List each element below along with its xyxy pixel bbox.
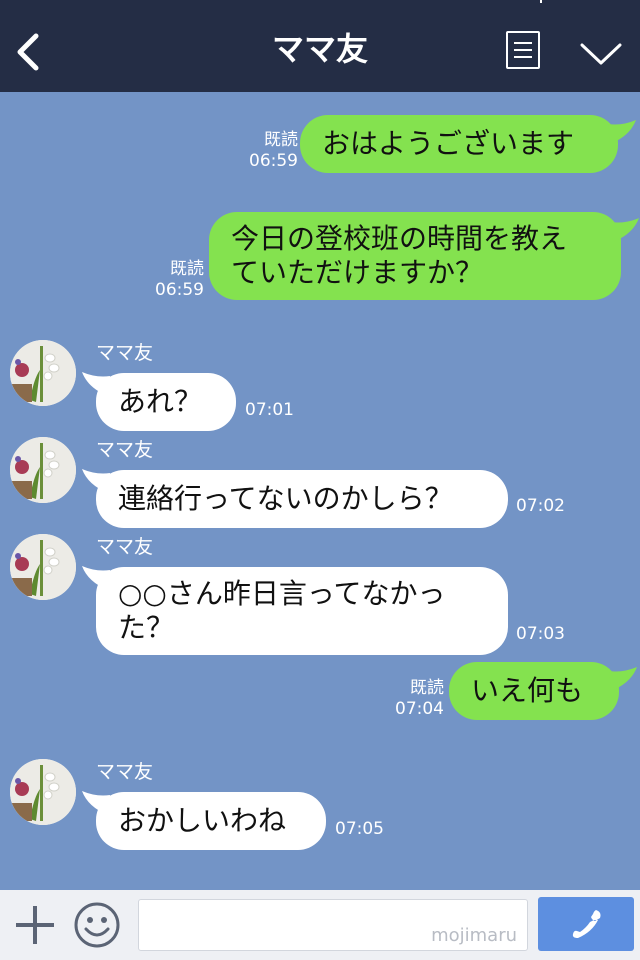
sender-name: ママ友	[96, 342, 154, 364]
chat-title: ママ友	[271, 30, 368, 68]
sender-name: ママ友	[96, 536, 154, 558]
message-time: 07:04	[395, 699, 444, 719]
sender-name: ママ友	[96, 439, 154, 461]
message-bubble[interactable]: あれ？	[96, 373, 236, 431]
message-bubble[interactable]: 連絡行ってないのかしら？	[96, 470, 508, 528]
message-text: おはようございます	[322, 127, 575, 160]
message-text: いえ何も	[471, 674, 584, 707]
message-text: ていただけますか？	[231, 256, 484, 289]
message-meta: 既読 07:04	[388, 678, 444, 720]
bubble-tail	[609, 667, 637, 691]
message-bubble[interactable]: おはようございます	[300, 115, 618, 173]
avatar[interactable]	[10, 340, 76, 406]
message-input[interactable]: mojimaru	[138, 899, 528, 951]
message-meta: 既読 06:59	[148, 259, 204, 301]
plus-icon[interactable]	[14, 904, 56, 946]
flower-photo	[10, 759, 76, 825]
read-status: 既読	[410, 678, 444, 698]
message-bubble[interactable]: ○○さん昨日言ってなかっ た？	[96, 567, 508, 655]
call-button[interactable]	[538, 897, 634, 951]
flower-photo	[10, 437, 76, 503]
list-icon[interactable]	[506, 31, 540, 69]
bubble-tail	[608, 120, 636, 144]
status-mark	[540, 0, 542, 3]
message-time: 06:59	[249, 151, 298, 171]
message-meta: 既読 06:59	[242, 130, 298, 172]
chevron-down-icon[interactable]	[580, 42, 622, 66]
message-time: 07:05	[335, 819, 384, 839]
message-text: た？	[118, 611, 175, 644]
sender-name: ママ友	[96, 761, 154, 783]
bubble-tail	[611, 218, 639, 242]
message-text: 今日の登校班の時間を教え	[231, 222, 568, 255]
avatar[interactable]	[10, 759, 76, 825]
message-time: 07:02	[516, 496, 565, 516]
message-time: 07:03	[516, 624, 565, 644]
read-status: 既読	[170, 259, 204, 279]
message-list: 既読 06:59 おはようございます 既読 06:59 今日の登校班の時間を教え…	[0, 92, 640, 890]
flower-photo	[10, 340, 76, 406]
avatar[interactable]	[10, 534, 76, 600]
chat-header: ママ友	[0, 0, 640, 92]
watermark: mojimaru	[431, 925, 517, 946]
composer-bar: mojimaru	[0, 890, 640, 960]
message-bubble[interactable]: おかしいわね	[96, 792, 326, 850]
avatar[interactable]	[10, 437, 76, 503]
message-text: ○○さん昨日言ってなかっ	[118, 577, 446, 610]
smile-icon[interactable]	[73, 901, 121, 949]
message-time: 06:59	[155, 280, 204, 300]
message-bubble[interactable]: いえ何も	[449, 662, 619, 720]
message-bubble[interactable]: 今日の登校班の時間を教え ていただけますか？	[209, 212, 621, 300]
phone-icon	[572, 910, 601, 938]
message-text: あれ？	[118, 385, 203, 418]
message-text: おかしいわね	[118, 804, 287, 837]
flower-photo	[10, 534, 76, 600]
message-time: 07:01	[245, 400, 294, 420]
read-status: 既読	[264, 130, 298, 150]
message-text: 連絡行ってないのかしら？	[118, 482, 453, 515]
